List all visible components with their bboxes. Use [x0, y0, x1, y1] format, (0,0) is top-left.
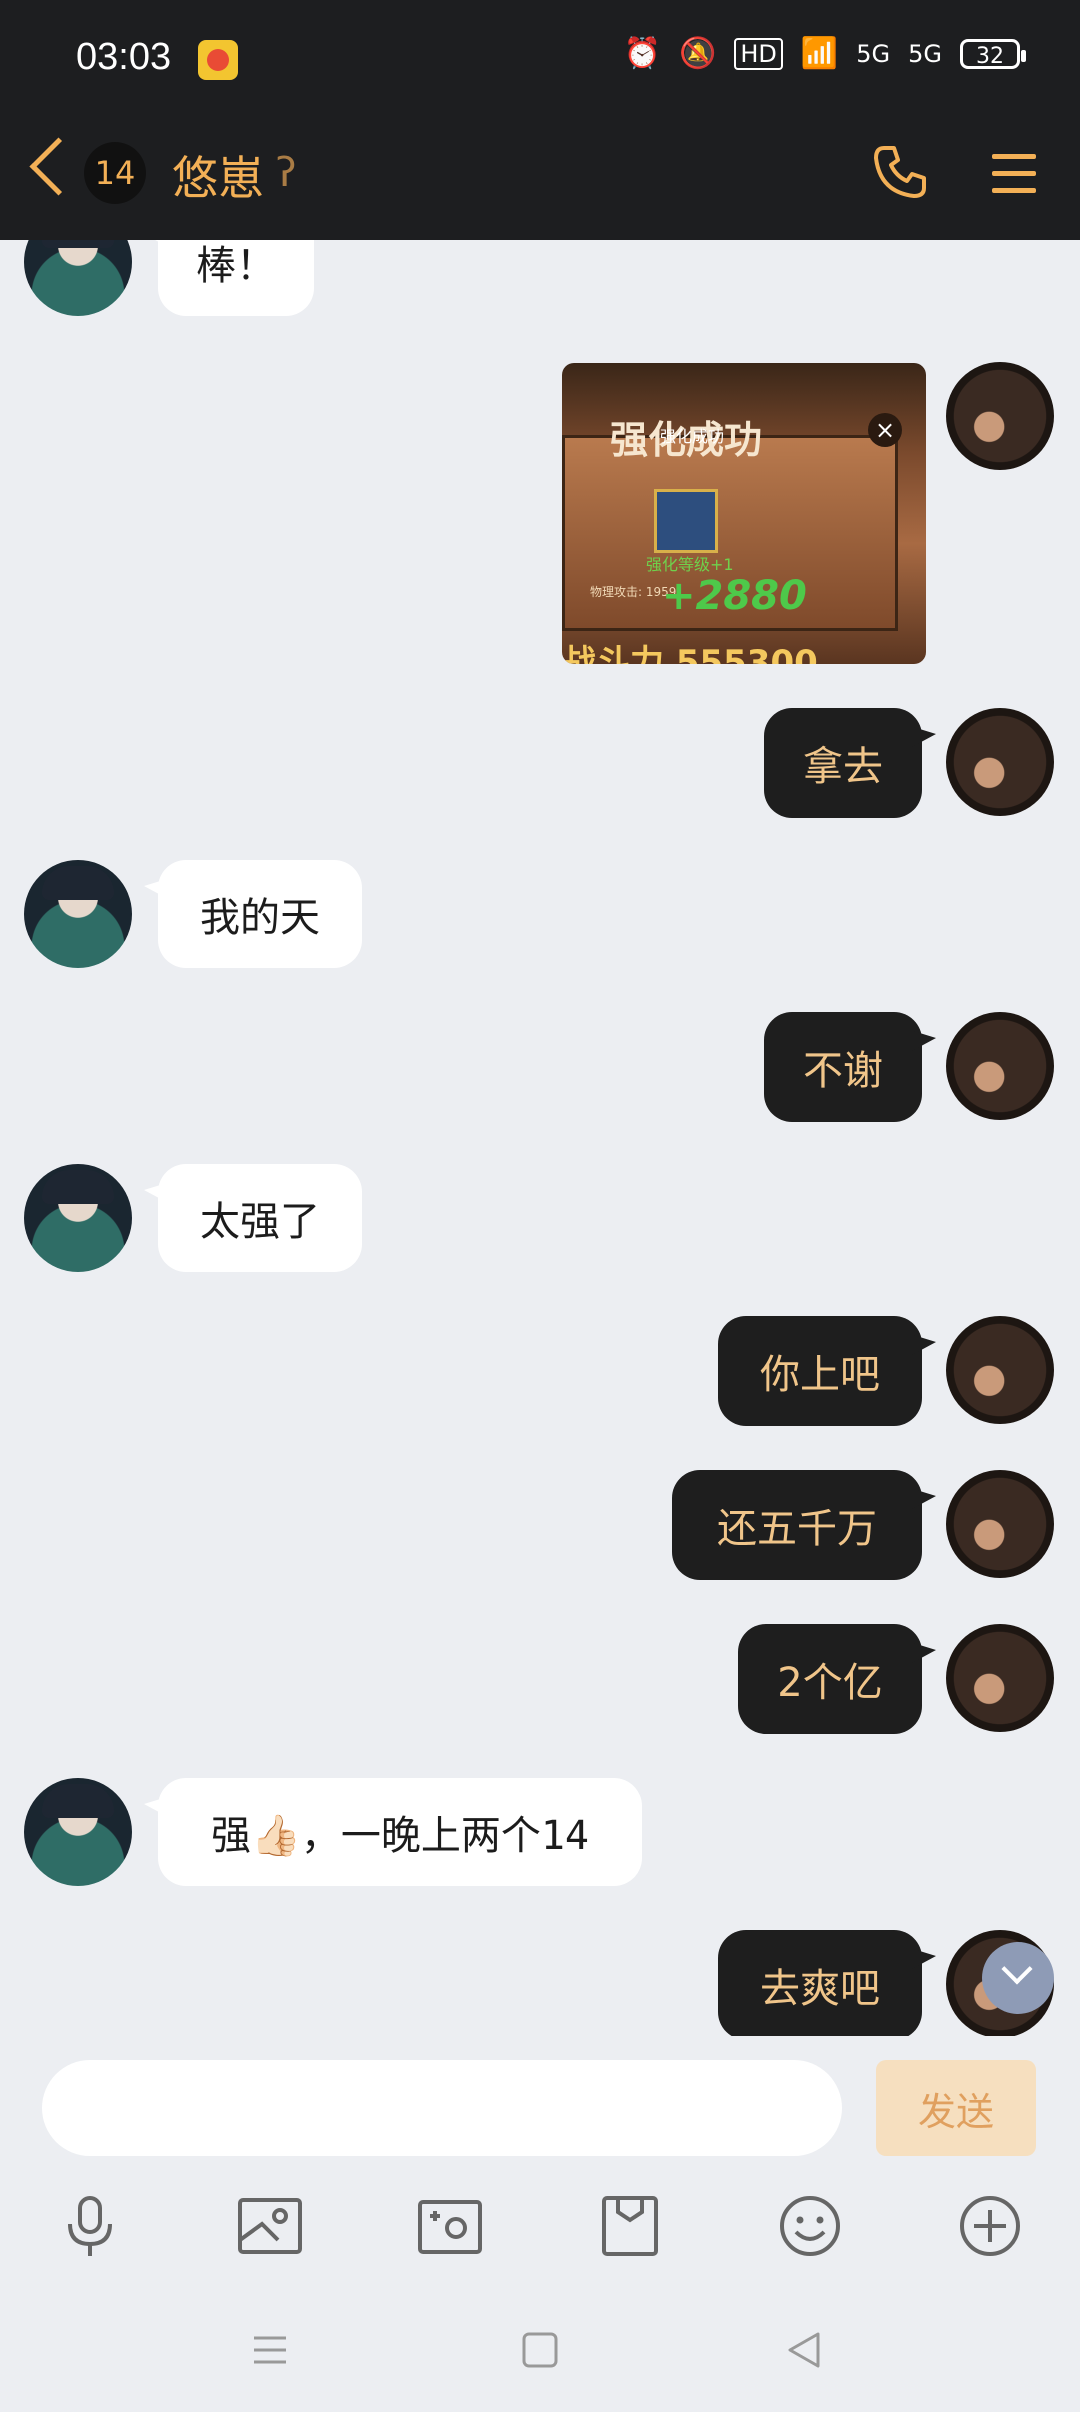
- camera-icon[interactable]: [414, 2190, 486, 2262]
- message-bubble[interactable]: 我的天: [144, 860, 362, 968]
- message-bubble[interactable]: 太强了: [144, 1164, 362, 1272]
- message-bubble[interactable]: 不谢: [764, 1012, 936, 1122]
- image-gain: +2880: [662, 573, 807, 619]
- message-text: 还五千万: [717, 1506, 877, 1552]
- wifi-icon: 📶: [800, 36, 839, 71]
- my-avatar[interactable]: [946, 1470, 1054, 1578]
- message-text: 去爽吧: [760, 1966, 880, 2012]
- menu-icon[interactable]: [992, 154, 1036, 194]
- phone-call-icon[interactable]: [870, 142, 930, 202]
- emoji-icon[interactable]: [774, 2190, 846, 2262]
- message-bubble[interactable]: 去爽吧: [718, 1930, 936, 2036]
- my-avatar[interactable]: [946, 1012, 1054, 1120]
- image-icon[interactable]: [234, 2190, 306, 2262]
- file-icon[interactable]: [594, 2190, 666, 2262]
- message-text: 我的天: [200, 895, 320, 941]
- message-text: 强👍🏻，一晚上两个14: [211, 1813, 589, 1859]
- message-bubble[interactable]: 还五千万: [672, 1470, 936, 1580]
- my-avatar[interactable]: [946, 1624, 1054, 1732]
- contact-avatar[interactable]: [24, 1164, 132, 1272]
- contact-avatar[interactable]: [24, 240, 132, 316]
- message-text: 棒！: [196, 243, 276, 289]
- contact-avatar[interactable]: [24, 860, 132, 968]
- status-time: 03:03: [76, 36, 172, 78]
- image-power: 战斗力 555300: [562, 643, 818, 664]
- app-notification-icon: [198, 40, 238, 80]
- my-avatar[interactable]: [946, 708, 1054, 816]
- battery-icon: 32: [960, 38, 1026, 69]
- message-bubble[interactable]: 强👍🏻，一晚上两个14: [144, 1778, 642, 1886]
- chat-title: 悠崽: [172, 151, 264, 205]
- message-text: 拿去: [803, 744, 883, 790]
- status-icons: ⏰ 🔕 HD 📶 5G 5G 32: [623, 36, 1026, 71]
- message-text: 2个亿: [777, 1660, 883, 1706]
- back-button[interactable]: [29, 137, 88, 196]
- my-avatar[interactable]: [946, 1316, 1054, 1424]
- message-text: 不谢: [803, 1048, 883, 1094]
- nav-home-icon[interactable]: [510, 2320, 570, 2380]
- send-button[interactable]: 发送: [876, 2060, 1036, 2156]
- ear-icon: ʔ: [276, 150, 297, 196]
- image-message[interactable]: 强化成功 强化成功 × 强化等级+1 物理攻击: 1959 +2880 战斗力 …: [562, 363, 926, 664]
- alarm-icon: ⏰: [623, 36, 661, 71]
- my-avatar[interactable]: [946, 362, 1054, 470]
- chat-list[interactable]: 棒！ 强化成功 强化成功 × 强化等级+1 物理攻击: 1959 +2880 战…: [0, 240, 1080, 2036]
- image-subtitle: 强化成功: [660, 427, 725, 446]
- input-bar: 发送: [0, 2036, 1080, 2412]
- contact-avatar[interactable]: [24, 1778, 132, 1886]
- signal-5g-icon: 5G: [856, 39, 891, 68]
- mic-icon[interactable]: [54, 2190, 126, 2262]
- message-bubble[interactable]: 棒！: [144, 240, 314, 316]
- message-bubble[interactable]: 拿去: [764, 708, 936, 818]
- signal-5g-icon-2: 5G: [908, 39, 942, 68]
- message-text: 太强了: [200, 1199, 320, 1245]
- mute-icon: 🔕: [679, 36, 717, 71]
- nav-back-icon[interactable]: [774, 2320, 834, 2380]
- close-icon: ×: [868, 413, 902, 447]
- message-bubble[interactable]: 你上吧: [718, 1316, 936, 1426]
- equipment-icon: [654, 489, 718, 553]
- scroll-down-button[interactable]: [982, 1942, 1054, 2014]
- unread-count-badge[interactable]: 14: [84, 142, 146, 204]
- image-level-text: 强化等级+1: [646, 555, 734, 574]
- message-text: 你上吧: [760, 1352, 880, 1398]
- top-bar: 03:03 ⏰ 🔕 HD 📶 5G 5G 32 14 悠崽 ʔ: [0, 0, 1080, 240]
- message-input[interactable]: [42, 2060, 842, 2156]
- nav-menu-icon[interactable]: [240, 2320, 300, 2380]
- plus-icon[interactable]: [954, 2190, 1026, 2262]
- hd-icon: HD: [734, 37, 783, 70]
- message-bubble[interactable]: 2个亿: [738, 1624, 936, 1734]
